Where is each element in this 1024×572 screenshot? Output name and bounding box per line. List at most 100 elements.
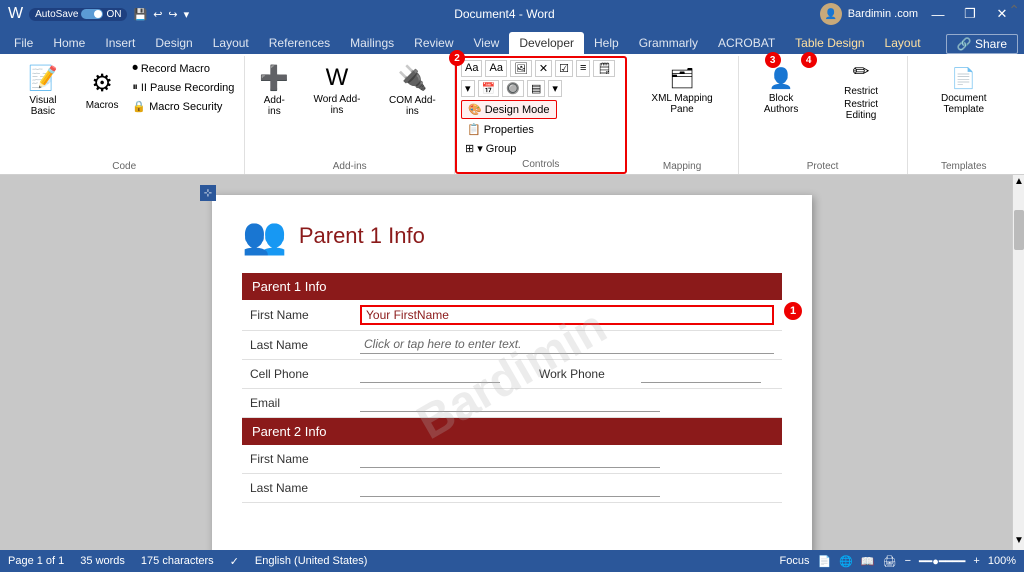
autosave-state: ON xyxy=(106,9,121,20)
tab-acrobat[interactable]: ACROBAT xyxy=(708,32,785,54)
tab-file[interactable]: File xyxy=(4,32,43,54)
scroll-thumb[interactable] xyxy=(1014,210,1024,250)
email-field[interactable] xyxy=(360,394,660,412)
document-area: ⊹ 👥 Parent 1 Info Parent 1 Info First Na… xyxy=(0,175,1024,550)
autosave-switch[interactable] xyxy=(81,9,103,19)
design-mode-label: Design Mode xyxy=(485,104,550,116)
status-bar: Page 1 of 1 35 words 175 characters ✓ En… xyxy=(0,550,1024,572)
control-btn-extra[interactable]: 🔘 xyxy=(502,80,524,97)
p2-first-name-cell xyxy=(352,445,782,474)
table-move-handle[interactable]: ⊹ xyxy=(200,185,216,201)
addins-button[interactable]: ➕ Add-ins xyxy=(251,60,297,120)
com-addins-button[interactable]: 🔌 COM Add-ins xyxy=(377,60,448,120)
first-name-row: First Name Your FirstName 1 xyxy=(242,300,782,331)
tab-home[interactable]: Home xyxy=(43,32,95,54)
user-name: Bardimin .com xyxy=(848,8,918,20)
zoom-level[interactable]: 100% xyxy=(988,555,1016,567)
work-phone-field[interactable] xyxy=(641,365,761,383)
macros-button[interactable]: ⚙ Macros xyxy=(80,60,125,120)
control-btn-drop[interactable]: ▾ xyxy=(461,80,475,97)
last-name-field[interactable]: Click or tap here to enter text. xyxy=(360,336,774,354)
tab-layout2[interactable]: Layout xyxy=(875,32,931,54)
people-icon: 👥 xyxy=(242,215,287,257)
tab-mailings[interactable]: Mailings xyxy=(340,32,404,54)
tab-references[interactable]: References xyxy=(259,32,340,54)
tab-layout[interactable]: Layout xyxy=(203,32,259,54)
tab-design[interactable]: Design xyxy=(145,32,202,54)
record-macro-icon: ⏺ xyxy=(132,62,138,75)
document-template-button[interactable]: 📄 Document Template xyxy=(914,60,1014,120)
templates-group-content: 📄 Document Template xyxy=(914,60,1014,159)
save-icon[interactable]: 💾 xyxy=(133,8,147,21)
tab-grammarly[interactable]: Grammarly xyxy=(629,32,708,54)
language[interactable]: English (United States) xyxy=(255,555,368,567)
tab-help[interactable]: Help xyxy=(584,32,629,54)
xml-label: XML Mapping Pane xyxy=(639,93,726,115)
group-button[interactable]: ⊞ ▾ Group xyxy=(461,140,557,157)
restore-button[interactable]: ❐ xyxy=(956,4,984,24)
macro-sub-buttons: ⏺ Record Macro ⏸ II Pause Recording 🔒 Ma… xyxy=(128,60,238,115)
share-button[interactable]: 🔗 Share xyxy=(946,34,1018,54)
word-addins-button[interactable]: W Word Add-ins xyxy=(301,60,373,120)
control-btn-check[interactable]: ☑ xyxy=(555,60,573,77)
control-btn-combo[interactable]: ▤ xyxy=(527,80,545,97)
redo-icon[interactable]: ↪ xyxy=(168,8,177,21)
macro-security-button[interactable]: 🔒 Macro Security xyxy=(128,98,238,115)
autosave-toggle[interactable]: AutoSave ON xyxy=(29,8,127,21)
control-btn-2[interactable]: Aa xyxy=(485,60,506,77)
spelling-icon[interactable]: ✓ xyxy=(230,555,239,568)
minimize-button[interactable]: — xyxy=(924,4,952,24)
tab-view[interactable]: View xyxy=(464,32,510,54)
collapse-ribbon-button[interactable]: ⌃ xyxy=(1008,2,1020,19)
focus-label[interactable]: Focus xyxy=(780,555,810,567)
scrollbar[interactable]: ▲ ▼ xyxy=(1012,175,1024,550)
view-normal-icon[interactable]: 📄 xyxy=(818,555,832,568)
security-icon: 🔒 xyxy=(132,100,146,113)
tab-developer[interactable]: Developer xyxy=(509,32,584,54)
zoom-slider[interactable]: ━━●━━━━ xyxy=(919,555,965,568)
properties-button[interactable]: 📋 Properties xyxy=(461,121,557,138)
print-layout-icon[interactable]: 🖨 xyxy=(883,555,897,568)
p2-last-name-row: Last Name xyxy=(242,474,782,503)
window-controls: — ❐ ✕ xyxy=(924,4,1016,24)
zoom-out[interactable]: − xyxy=(905,555,911,567)
view-read-icon[interactable]: 📖 xyxy=(861,555,875,568)
first-name-field[interactable]: Your FirstName xyxy=(360,305,774,325)
undo-icon[interactable]: ↩ xyxy=(153,8,162,21)
cell-phone-field[interactable] xyxy=(360,365,500,383)
control-btn-img2[interactable]: 🗒 xyxy=(593,60,615,77)
xml-mapping-button[interactable]: 🗂 XML Mapping Pane xyxy=(633,60,732,120)
page-info: Page 1 of 1 xyxy=(8,555,64,567)
customize-icon[interactable]: ▾ xyxy=(184,8,190,21)
first-name-cell: Your FirstName 1 xyxy=(352,300,782,331)
tab-insert[interactable]: Insert xyxy=(95,32,145,54)
block-authors-button[interactable]: 👤 Block Authors xyxy=(745,60,818,120)
p2-last-name-field[interactable] xyxy=(360,479,660,497)
design-mode-icon: 🎨 xyxy=(468,103,482,116)
tab-table-design[interactable]: Table Design xyxy=(785,32,874,54)
scroll-up[interactable]: ▲ xyxy=(1014,176,1024,190)
record-macro-button[interactable]: ⏺ Record Macro xyxy=(128,60,238,77)
control-btn-list[interactable]: ≡ xyxy=(576,60,590,77)
addins-group-content: ➕ Add-ins W Word Add-ins 🔌 COM Add-ins xyxy=(251,60,448,159)
control-btn-dropdown[interactable]: ▾ xyxy=(548,80,562,97)
visual-basic-button[interactable]: 📝 Visual Basic xyxy=(10,60,76,120)
zoom-in[interactable]: + xyxy=(973,555,979,567)
restrict-editing-button[interactable]: ✏ Restrict Restrict Editing xyxy=(822,60,901,120)
document-header: 👥 Parent 1 Info xyxy=(242,215,782,257)
ribbon-group-controls: 2 Aa Aa 🖼 ✕ ☑ ≡ 🗒 ▾ 📅 🔘 ▤ ▾ 🎨 xyxy=(455,56,626,174)
control-btn-img[interactable]: 🖼 xyxy=(510,60,532,77)
scroll-down[interactable]: ▼ xyxy=(1014,535,1024,549)
pause-recording-button[interactable]: ⏸ II Pause Recording xyxy=(128,79,238,96)
work-phone-cell xyxy=(633,360,782,389)
ribbon-tabs: File Home Insert Design Layout Reference… xyxy=(0,28,1024,54)
p2-first-name-field[interactable] xyxy=(360,450,660,468)
title-bar-left: W AutoSave ON 💾 ↩ ↪ ▾ xyxy=(8,5,189,23)
control-btn-x[interactable]: ✕ xyxy=(535,60,552,77)
email-label: Email xyxy=(242,389,352,418)
control-btn-1[interactable]: Aa xyxy=(461,60,482,77)
com-icon: 🔌 xyxy=(397,64,427,93)
control-btn-more[interactable]: 📅 xyxy=(478,80,500,97)
design-mode-button[interactable]: 🎨 Design Mode xyxy=(461,100,557,119)
view-web-icon[interactable]: 🌐 xyxy=(839,555,853,568)
